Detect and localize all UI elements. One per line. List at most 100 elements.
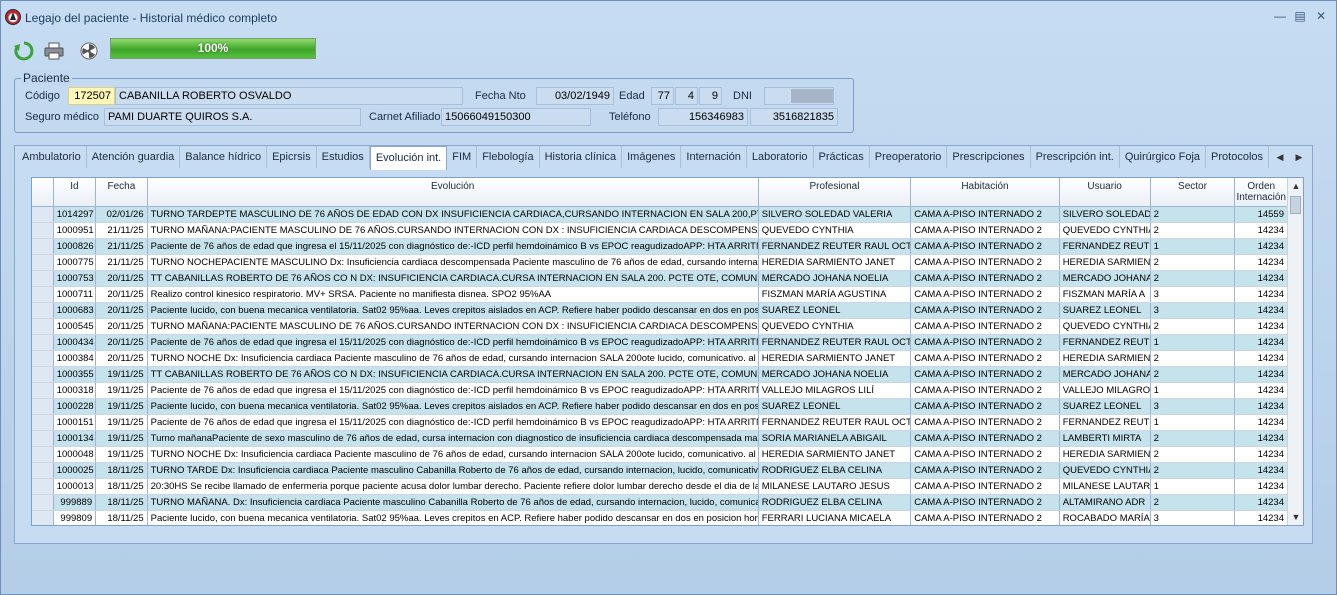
patient-name-field[interactable]: CABANILLA ROBERTO OSVALDO — [115, 87, 463, 105]
column-header[interactable]: Evolución — [147, 178, 759, 207]
maximize-icon[interactable]: ▤ — [1291, 9, 1309, 23]
row-selector[interactable] — [32, 366, 54, 383]
table-row[interactable]: 999889 18/11/25 TURNO MAÑANA. Dx: Insufici… — [32, 494, 1288, 511]
table-cell: 19/11/25 — [95, 430, 148, 447]
row-selector[interactable] — [32, 254, 54, 271]
table-row[interactable]: 1000826 21/11/25 Paciente de 76 años de ed… — [32, 238, 1288, 255]
row-selector[interactable] — [32, 206, 54, 223]
table-row[interactable]: 1000025 18/11/25 TURNO TARDE Dx: Insufici… — [32, 462, 1288, 479]
row-selector[interactable] — [32, 350, 54, 367]
tab-imágenes[interactable]: Imágenes — [622, 146, 682, 168]
tab-evolución-int[interactable]: Evolución int. — [369, 146, 448, 170]
table-row[interactable]: 1000228 19/11/25 Paciente lucido, con buen… — [32, 398, 1288, 415]
grid-vertical-scrollbar[interactable]: ▲ ▼ — [1287, 178, 1303, 525]
table-row[interactable]: 1000683 20/11/25 Paciente lucido, con buen… — [32, 302, 1288, 319]
table-row[interactable]: 1000384 20/11/25 TURNO NOCHE Dx: Insuficie… — [32, 350, 1288, 367]
row-selector[interactable] — [32, 302, 54, 319]
table-row[interactable]: 1000318 19/11/25 Paciente de 76 años de ed… — [32, 382, 1288, 399]
seguro-field[interactable]: PAMI DUARTE QUIROS S.A. — [104, 108, 361, 126]
tab-estudios[interactable]: Estudios — [317, 146, 370, 168]
row-selector[interactable] — [32, 446, 54, 463]
radiation-button[interactable] — [77, 39, 101, 63]
table-row[interactable]: 1000711 20/11/25 Realizo control kinesico … — [32, 286, 1288, 303]
table-row[interactable]: 1000434 20/11/25 Paciente de 76 años de ed… — [32, 334, 1288, 351]
tab-historia-clínica[interactable]: Historia clínica — [540, 146, 623, 168]
row-selector[interactable] — [32, 478, 54, 495]
table-cell: CAMA A-PISO INTERNADO 2 — [910, 414, 1060, 431]
row-selector[interactable] — [32, 430, 54, 447]
tab-quirúrgico-foja[interactable]: Quirúrgico Foja — [1120, 146, 1207, 168]
table-row[interactable]: 1000151 19/11/25 Paciente de 76 años de ed… — [32, 414, 1288, 431]
column-header[interactable]: Id — [53, 178, 97, 207]
refresh-button[interactable] — [12, 39, 36, 63]
row-selector[interactable] — [32, 462, 54, 479]
dni-field[interactable] — [764, 87, 834, 105]
close-icon[interactable]: ✕ — [1312, 9, 1330, 23]
column-header[interactable]: Habitación — [910, 178, 1060, 207]
tab-atención-guardia[interactable]: Atención guardia — [87, 146, 181, 168]
table-cell: FISZMAN MARÍA A — [1059, 286, 1151, 303]
edad-months-field[interactable]: 4 — [675, 87, 698, 105]
scroll-up-icon[interactable]: ▲ — [1288, 179, 1304, 193]
tab-prescripciones[interactable]: Prescripciones — [947, 146, 1031, 168]
tab-internación[interactable]: Internación — [681, 146, 747, 168]
table-row[interactable]: 1000775 21/11/25 TURNO NOCHEPACIENTE MASCU… — [32, 254, 1288, 271]
row-selector[interactable] — [32, 494, 54, 511]
column-header[interactable]: Orden Internación — [1234, 178, 1288, 207]
column-header[interactable]: Usuario — [1059, 178, 1151, 207]
table-row[interactable]: 999809 18/11/25 Paciente lucido, con buena… — [32, 510, 1288, 525]
table-row[interactable]: 1000545 20/11/25 TURNO MAÑANA:PACIENTE MAS… — [32, 318, 1288, 335]
tab-scroll-right-icon[interactable]: ▶ — [1293, 150, 1305, 164]
print-button[interactable] — [42, 39, 66, 63]
table-row[interactable]: 1000048 19/11/25 TURNO NOCHE Dx: Insufici… — [32, 446, 1288, 463]
table-row[interactable]: 1000355 19/11/25 TT CABANILLAS ROBERTO DE … — [32, 366, 1288, 383]
table-cell: FERNANDEZ REUTER RAUL OCTAVIO — [758, 414, 912, 431]
tab-prácticas[interactable]: Prácticas — [814, 146, 870, 168]
telefono2-field[interactable]: 3516821835 — [750, 108, 838, 126]
row-selector[interactable] — [32, 510, 54, 525]
tab-laboratorio[interactable]: Laboratorio — [747, 146, 814, 168]
table-row[interactable]: 1000951 21/11/25 TURNO MAÑANA:PACIENTE MAS… — [32, 222, 1288, 239]
row-selector[interactable] — [32, 286, 54, 303]
table-cell: 20/11/25 — [95, 270, 148, 287]
scrollbar-thumb[interactable] — [1290, 196, 1301, 214]
tab-fim[interactable]: FIM — [447, 146, 478, 168]
tab-epicrsis[interactable]: Epicrsis — [267, 146, 317, 168]
tab-balance-hídrico[interactable]: Balance hídrico — [180, 146, 268, 168]
row-selector[interactable] — [32, 270, 54, 287]
table-row[interactable]: 1000134 19/11/25 Turno mañanaPaciente de s… — [32, 430, 1288, 447]
row-selector[interactable] — [32, 318, 54, 335]
tab-flebología[interactable]: Flebología — [477, 146, 540, 168]
table-row[interactable]: 1000753 20/11/25 TT CABANILLAS ROBERTO DE … — [32, 270, 1288, 287]
fecha-nto-field[interactable]: 03/02/1949 — [536, 87, 614, 105]
table-row[interactable]: 1014297 02/01/26 TURNO TARDEPTE MASCULINO … — [32, 206, 1288, 223]
table-cell: 1000384 — [53, 350, 97, 367]
edad-years-field[interactable]: 77 — [651, 87, 674, 105]
minimize-icon[interactable]: — — [1271, 9, 1289, 23]
row-selector[interactable] — [32, 414, 54, 431]
edad-days-field[interactable]: 9 — [699, 87, 722, 105]
table-cell: TT CABANILLAS ROBERTO DE 76 AÑOS CO N DX… — [147, 270, 759, 287]
column-header[interactable]: Sector — [1150, 178, 1236, 207]
tab-preoperatorio[interactable]: Preoperatorio — [870, 146, 948, 168]
table-row[interactable]: 1000013 18/11/25 20:30HS Se recibe llamado… — [32, 478, 1288, 495]
table-cell: 20/11/25 — [95, 350, 148, 367]
table-cell: RODRIGUEZ ELBA CELINA — [758, 494, 912, 511]
codigo-field[interactable]: 172507 — [68, 87, 115, 105]
column-header[interactable]: Profesional — [758, 178, 912, 207]
scroll-down-icon[interactable]: ▼ — [1288, 510, 1304, 524]
carnet-field[interactable]: 15066049150300 — [441, 108, 591, 126]
row-selector[interactable] — [32, 238, 54, 255]
telefono1-field[interactable]: 156346983 — [658, 108, 748, 126]
tab-prescripción-int[interactable]: Prescripción int. — [1031, 146, 1120, 168]
row-selector[interactable] — [32, 334, 54, 351]
row-selector[interactable] — [32, 382, 54, 399]
column-header[interactable]: Fecha — [95, 178, 148, 207]
tab-protocolos[interactable]: Protocolos — [1206, 146, 1270, 168]
tab-scroll-left-icon[interactable]: ◀ — [1274, 150, 1286, 164]
table-cell: HEREDIA SARMIENTO — [1059, 254, 1151, 271]
row-selector[interactable] — [32, 222, 54, 239]
row-selector[interactable] — [32, 398, 54, 415]
table-cell: MERCADO JOHANA NOELIA — [758, 366, 912, 383]
tab-ambulatorio[interactable]: Ambulatorio — [17, 146, 87, 168]
